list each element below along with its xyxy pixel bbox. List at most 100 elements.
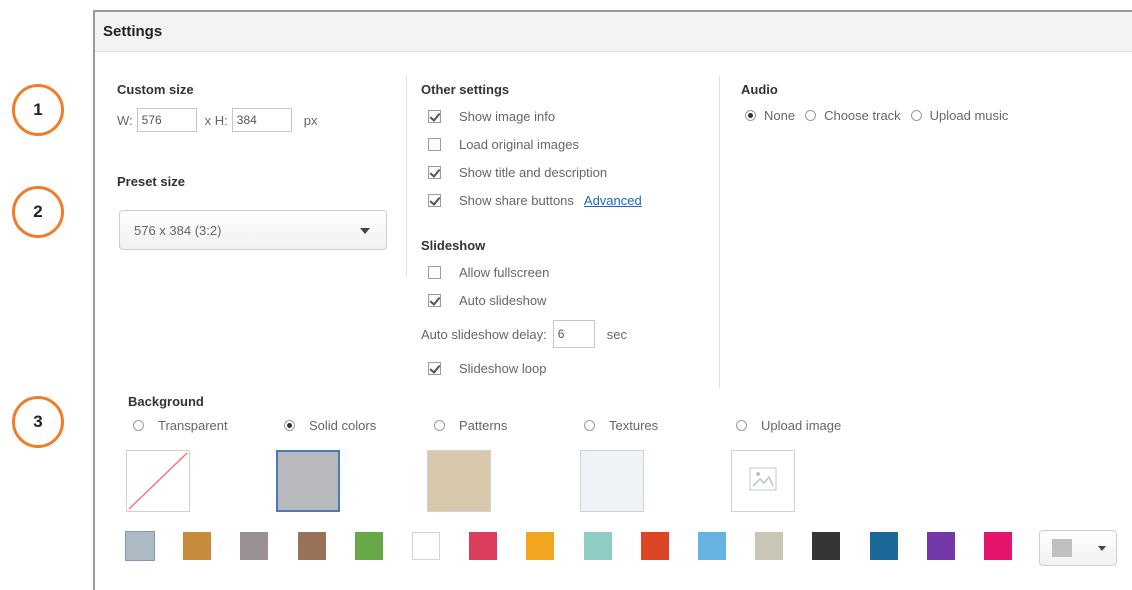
custom-color-select[interactable] bbox=[1039, 530, 1117, 566]
panel-title: Settings bbox=[95, 12, 1132, 52]
checkbox-label: Allow fullscreen bbox=[459, 264, 550, 280]
color-swatch[interactable] bbox=[526, 532, 554, 560]
radio-label: Upload image bbox=[761, 418, 842, 433]
slideshow-loop: Slideshow loop bbox=[428, 354, 546, 382]
color-swatch[interactable] bbox=[355, 532, 383, 560]
checkbox-label: Load original images bbox=[459, 136, 579, 152]
custom-size-title: Custom size bbox=[117, 82, 194, 97]
radio-label: Transparent bbox=[158, 418, 228, 433]
checkbox-row-show-image-info[interactable]: Show image info bbox=[428, 102, 642, 130]
checkbox-label: Show title and description bbox=[459, 164, 608, 180]
radio-upload-music[interactable] bbox=[910, 110, 922, 121]
radio-transparent[interactable] bbox=[133, 420, 144, 431]
radio-choose-track[interactable] bbox=[805, 110, 817, 121]
checkbox-row-slideshow-loop[interactable]: Slideshow loop bbox=[428, 354, 546, 382]
audio-options: None Choose track Upload music bbox=[745, 108, 1018, 123]
color-swatch[interactable] bbox=[984, 532, 1012, 560]
transparent-slash-icon bbox=[128, 452, 188, 510]
size-unit: px bbox=[303, 112, 318, 128]
color-swatch[interactable] bbox=[755, 532, 783, 560]
slideshow-delay-label: Auto slideshow delay: bbox=[421, 326, 547, 342]
bg-thumb-transparent[interactable] bbox=[126, 450, 190, 512]
color-swatch[interactable] bbox=[240, 532, 268, 560]
radio-label: Solid colors bbox=[309, 418, 377, 433]
color-swatch[interactable] bbox=[183, 532, 211, 560]
slideshow-delay-row: Auto slideshow delay: 6 sec bbox=[421, 320, 627, 348]
height-input[interactable]: 384 bbox=[231, 108, 292, 132]
bg-option-patterns[interactable]: Patterns bbox=[434, 418, 507, 433]
slideshow-delay-unit: sec bbox=[606, 326, 627, 342]
slideshow-title: Slideshow bbox=[421, 238, 486, 253]
audio-option-choose-track[interactable]: Choose track bbox=[805, 108, 901, 123]
audio-option-none[interactable]: None bbox=[745, 108, 795, 123]
checkbox-row-load-original[interactable]: Load original images bbox=[428, 130, 642, 158]
other-settings-list: Show image info Load original images Sho… bbox=[428, 102, 642, 214]
radio-textures[interactable] bbox=[584, 420, 595, 431]
bg-thumb-solid-colors[interactable] bbox=[276, 450, 340, 512]
custom-size-row: W: 576 x H: 384 px bbox=[117, 108, 318, 132]
bg-option-transparent[interactable]: Transparent bbox=[133, 418, 228, 433]
radio-label: Upload music bbox=[929, 108, 1009, 123]
checkbox-allow-fullscreen[interactable] bbox=[428, 265, 441, 279]
bg-option-textures[interactable]: Textures bbox=[584, 418, 658, 433]
radio-label: Textures bbox=[609, 418, 659, 433]
callout-3: 3 bbox=[12, 396, 64, 448]
chevron-down-icon bbox=[1098, 546, 1106, 551]
bg-option-solid-colors[interactable]: Solid colors bbox=[284, 418, 376, 433]
image-placeholder-icon bbox=[749, 467, 777, 491]
checkbox-auto-slideshow[interactable] bbox=[428, 293, 441, 307]
column-divider bbox=[719, 76, 720, 388]
color-swatch[interactable] bbox=[584, 532, 612, 560]
radio-upload-image[interactable] bbox=[736, 420, 747, 431]
preset-size-select[interactable]: 576 x 384 (3:2) bbox=[119, 210, 387, 250]
checkbox-show-image-info[interactable] bbox=[428, 109, 441, 123]
width-label: W: bbox=[117, 112, 133, 128]
checkbox-show-share-buttons[interactable] bbox=[428, 193, 441, 207]
color-swatch[interactable] bbox=[698, 532, 726, 560]
callout-1: 1 bbox=[12, 84, 64, 136]
checkbox-row-auto-slideshow[interactable]: Auto slideshow bbox=[428, 286, 549, 314]
radio-label: Patterns bbox=[459, 418, 508, 433]
bg-thumb-textures[interactable] bbox=[580, 450, 644, 512]
checkbox-row-allow-fullscreen[interactable]: Allow fullscreen bbox=[428, 258, 549, 286]
callout-2: 2 bbox=[12, 186, 64, 238]
slideshow-delay-input[interactable]: 6 bbox=[552, 320, 595, 348]
background-title: Background bbox=[128, 394, 204, 409]
color-swatch[interactable] bbox=[469, 532, 497, 560]
advanced-link[interactable]: Advanced bbox=[584, 193, 642, 208]
radio-patterns[interactable] bbox=[434, 420, 445, 431]
bg-option-upload-image[interactable]: Upload image bbox=[736, 418, 841, 433]
checkbox-slideshow-loop[interactable] bbox=[428, 361, 441, 375]
preset-size-value: 576 x 384 (3:2) bbox=[134, 222, 222, 238]
radio-none[interactable] bbox=[745, 110, 756, 121]
checkbox-label: Show image info bbox=[459, 108, 556, 124]
color-swatch[interactable] bbox=[927, 532, 955, 560]
bg-thumb-patterns[interactable] bbox=[427, 450, 491, 512]
color-swatch[interactable] bbox=[812, 532, 840, 560]
checkbox-label: Show share buttons bbox=[459, 192, 574, 208]
width-input[interactable]: 576 bbox=[136, 108, 197, 132]
checkbox-label: Auto slideshow bbox=[459, 292, 547, 308]
checkbox-show-title-description[interactable] bbox=[428, 165, 441, 179]
radio-label: None bbox=[764, 108, 796, 123]
checkbox-load-original-images[interactable] bbox=[428, 137, 441, 151]
preset-size-title: Preset size bbox=[117, 174, 185, 189]
slideshow-list: Allow fullscreen Auto slideshow bbox=[428, 258, 549, 314]
checkbox-row-show-share[interactable]: Show share buttons Advanced bbox=[428, 186, 642, 214]
height-label: x H: bbox=[204, 112, 228, 128]
color-swatch[interactable] bbox=[641, 532, 669, 560]
audio-title: Audio bbox=[741, 82, 778, 97]
color-swatch[interactable] bbox=[298, 532, 326, 560]
color-swatch[interactable] bbox=[412, 532, 440, 560]
bg-thumb-upload-image[interactable] bbox=[731, 450, 795, 512]
color-swatch[interactable] bbox=[870, 532, 898, 560]
custom-color-preview bbox=[1052, 539, 1072, 557]
column-divider bbox=[406, 76, 407, 276]
color-swatch[interactable] bbox=[125, 531, 155, 561]
audio-option-upload-music[interactable]: Upload music bbox=[910, 108, 1009, 123]
other-settings-title: Other settings bbox=[421, 82, 510, 97]
checkbox-row-show-title[interactable]: Show title and description bbox=[428, 158, 642, 186]
checkbox-label: Slideshow loop bbox=[459, 360, 547, 376]
radio-solid-colors[interactable] bbox=[284, 420, 295, 431]
chevron-down-icon bbox=[360, 228, 370, 234]
